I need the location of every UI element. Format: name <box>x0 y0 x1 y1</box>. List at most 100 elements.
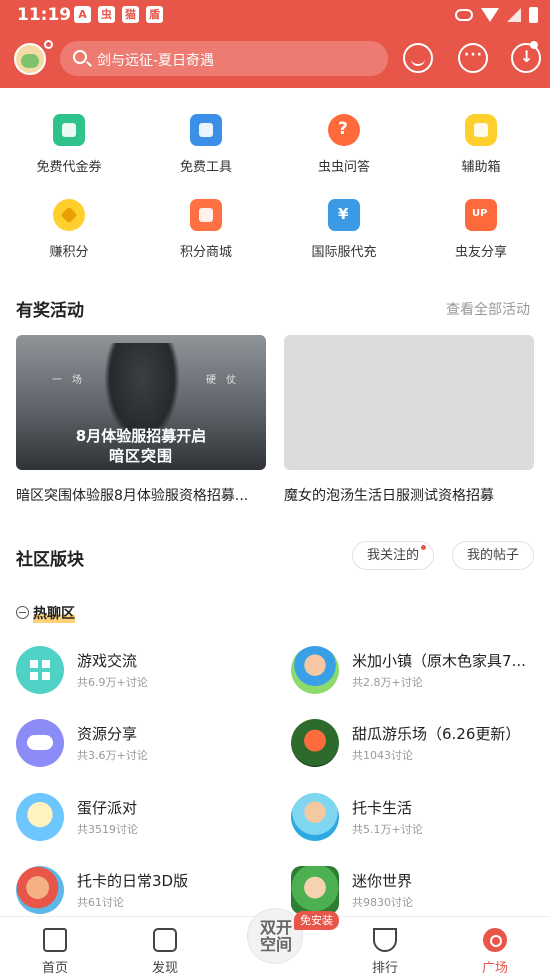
forum-name: 托卡生活 <box>352 799 413 817</box>
search-placeholder: 剑与远征-夏日奇遇 <box>97 53 215 69</box>
wifi-icon <box>481 8 499 22</box>
square-icon <box>483 928 507 952</box>
signal-icon <box>507 8 521 22</box>
download-badge-dot <box>530 41 538 49</box>
helper-icon <box>465 114 497 146</box>
nav-square[interactable]: 广场 <box>440 917 550 979</box>
forum-count: 共2.8万+讨论 <box>352 676 423 689</box>
activity-banner-placeholder[interactable] <box>284 335 534 470</box>
melon-icon <box>291 719 339 767</box>
avatar-face-icon <box>21 54 39 68</box>
wrench-icon <box>190 114 222 146</box>
tool-label: 国际服代充 <box>311 245 377 260</box>
view-all-activities-link[interactable]: 查看全部活动 <box>446 299 530 319</box>
system-icons <box>455 7 538 23</box>
forum-name: 托卡的日常3D版 <box>77 872 189 890</box>
forum-count: 共9830讨论 <box>352 896 413 909</box>
tool-label: 虫虫问答 <box>317 160 370 175</box>
forum-count: 共3519讨论 <box>77 823 138 836</box>
forum-item[interactable]: 蛋仔派对 共3519讨论 <box>16 793 276 843</box>
app-header: 11:19 A 虫 猫 盾 剑与远征-夏日奇遇 <box>0 0 550 88</box>
status-bar: 11:19 A 虫 猫 盾 <box>0 0 550 30</box>
tool-share[interactable]: 虫友分享 <box>426 199 536 269</box>
forum-count: 共3.6万+讨论 <box>77 749 148 762</box>
nav-label: 首页 <box>41 961 68 976</box>
community-title: 社区版块 <box>16 550 84 570</box>
nav-label: 排行 <box>371 961 398 976</box>
banner-side-text: 一 场 <box>52 375 82 386</box>
install-free-badge: 免安装 <box>294 911 339 930</box>
followed-badge-dot <box>421 545 426 550</box>
nav-label: 发现 <box>151 961 178 976</box>
ticket-icon <box>53 114 85 146</box>
vpn-key-icon <box>455 9 473 21</box>
battery-icon <box>529 7 538 23</box>
eggy-icon <box>16 793 64 841</box>
up-icon <box>465 199 497 231</box>
tool-intl-recharge[interactable]: 国际服代充 <box>289 199 399 269</box>
forum-item[interactable]: 甜瓜游乐场（6.26更新） 共1043讨论 <box>291 719 550 769</box>
activity-caption[interactable]: 暗区突围体验服8月体验服资格招募... <box>16 485 266 505</box>
toca-icon <box>291 793 339 841</box>
tool-qa[interactable]: 虫虫问答 <box>289 114 399 184</box>
tool-label: 赚积分 <box>49 245 89 260</box>
toca3d-icon <box>16 866 64 914</box>
forum-item[interactable]: 托卡生活 共5.1万+讨论 <box>291 793 550 843</box>
forum-item[interactable]: 托卡的日常3D版 共61讨论 <box>16 866 276 916</box>
forum-count: 共5.1万+讨论 <box>352 823 423 836</box>
forum-name: 资源分享 <box>77 725 138 743</box>
activity-caption[interactable]: 魔女的泡汤生活日服测试资格招募 <box>284 485 534 505</box>
search-bar[interactable]: 剑与远征-夏日奇遇 <box>60 41 388 76</box>
coin-icon <box>53 199 85 231</box>
nav-ranking[interactable]: 排行 <box>330 917 440 979</box>
dual-space-label-line2: 空间 <box>259 935 292 954</box>
notification-shield-icon: 盾 <box>146 6 163 23</box>
forum-item[interactable]: 迷你世界 共9830讨论 <box>291 866 550 916</box>
forum-name: 迷你世界 <box>352 872 413 890</box>
forum-item[interactable]: 米加小镇（原木色家具7... 共2.8万+讨论 <box>291 646 550 696</box>
tool-points-mall[interactable]: 积分商城 <box>151 199 261 269</box>
tool-label: 辅助箱 <box>461 160 501 175</box>
notification-cat-icon: 猫 <box>122 6 139 23</box>
customer-service-icon[interactable] <box>403 43 433 73</box>
forum-name: 甜瓜游乐场（6.26更新） <box>352 725 521 743</box>
mijia-icon <box>291 646 339 694</box>
forum-count: 共6.9万+讨论 <box>77 676 148 689</box>
discover-icon <box>153 928 177 952</box>
forum-name: 米加小镇（原木色家具7... <box>352 652 526 670</box>
mini-world-icon <box>291 866 339 914</box>
message-icon[interactable] <box>458 43 488 73</box>
forum-count: 共61讨论 <box>77 896 124 909</box>
forum-name: 游戏交流 <box>77 652 138 670</box>
tool-label: 虫友分享 <box>454 245 507 260</box>
gamepad-icon <box>16 719 64 767</box>
nav-home[interactable]: 首页 <box>0 917 110 979</box>
forum-count: 共1043讨论 <box>352 749 413 762</box>
my-posts-button[interactable]: 我的帖子 <box>452 541 534 570</box>
tool-earn-points[interactable]: 赚积分 <box>14 199 124 269</box>
nav-discover[interactable]: 发现 <box>110 917 220 979</box>
notification-chong-icon: 虫 <box>98 6 115 23</box>
status-time: 11:19 <box>17 5 72 25</box>
activity-banner[interactable]: 一 场 硬 仗 8月体验服招募开启 暗区突围 <box>16 335 266 470</box>
hot-section-label: 热聊区 <box>33 603 75 623</box>
yen-icon <box>328 199 360 231</box>
banner-headline: 8月体验服招募开启 <box>75 427 207 445</box>
tool-helper-box[interactable]: 辅助箱 <box>426 114 536 184</box>
tool-label: 免费工具 <box>179 160 232 175</box>
collapse-icon <box>16 606 29 619</box>
nav-label: 广场 <box>481 961 508 976</box>
notification-a-icon: A <box>74 6 91 23</box>
forum-item[interactable]: 资源分享 共3.6万+讨论 <box>16 719 276 769</box>
notification-icons: A 虫 猫 盾 <box>74 6 163 23</box>
question-icon <box>328 114 360 146</box>
banner-side-text: 硬 仗 <box>206 375 236 386</box>
home-icon <box>43 928 67 952</box>
forum-item[interactable]: 游戏交流 共6.9万+讨论 <box>16 646 276 696</box>
tool-free-tools[interactable]: 免费工具 <box>151 114 261 184</box>
forum-name: 蛋仔派对 <box>77 799 138 817</box>
trophy-icon <box>373 928 397 952</box>
avatar[interactable] <box>14 43 46 75</box>
tool-label: 积分商城 <box>179 245 232 260</box>
tool-free-voucher[interactable]: 免费代金券 <box>14 114 124 184</box>
